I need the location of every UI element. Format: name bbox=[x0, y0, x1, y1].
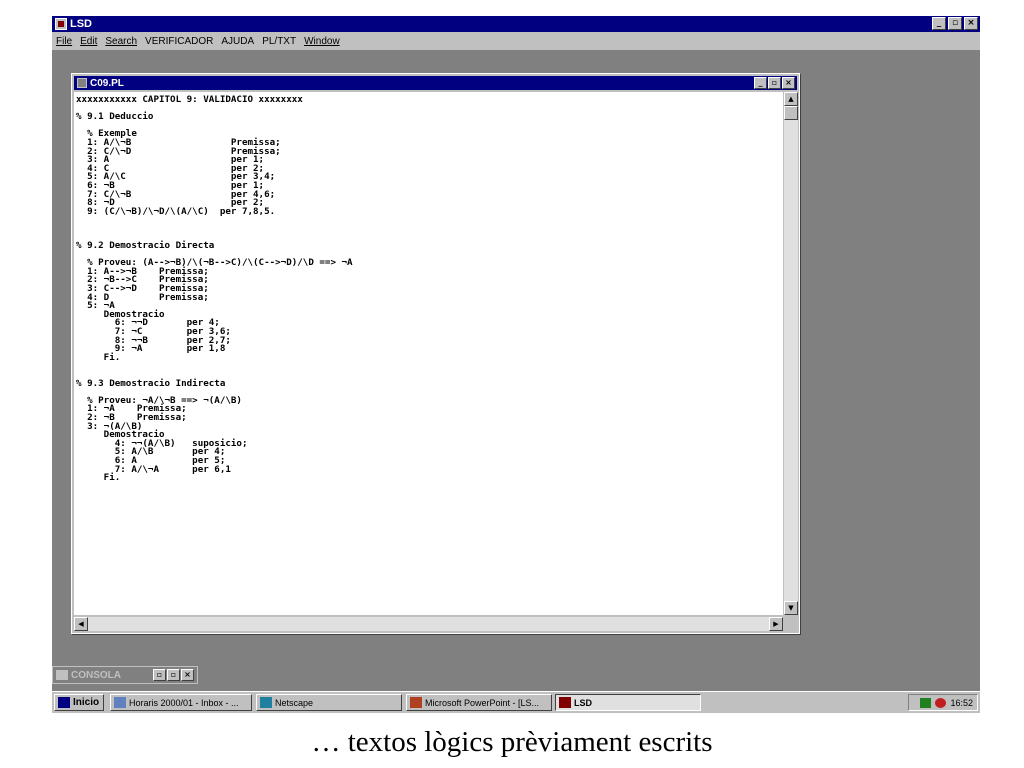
task-inbox[interactable]: Horaris 2000/01 - Inbox - ... bbox=[110, 694, 252, 711]
scroll-down-icon[interactable]: ▼ bbox=[784, 601, 798, 615]
close-button[interactable]: × bbox=[964, 17, 978, 30]
scroll-left-icon[interactable]: ◀ bbox=[74, 617, 88, 631]
document-icon[interactable] bbox=[77, 78, 87, 88]
menu-pl-txt[interactable]: PL/TXT bbox=[262, 36, 296, 47]
console-icon bbox=[56, 670, 68, 680]
console-title: CONSOLA bbox=[71, 669, 121, 681]
network-icon[interactable] bbox=[920, 697, 932, 708]
horizontal-scrollbar[interactable]: ◀ ▶ bbox=[74, 617, 783, 631]
scroll-right-icon[interactable]: ▶ bbox=[769, 617, 783, 631]
task-netscape[interactable]: Netscape bbox=[256, 694, 402, 711]
task-label: Netscape bbox=[275, 697, 314, 708]
lsd-app-icon[interactable] bbox=[55, 18, 67, 30]
slide-caption: … textos lògics prèviament escrits bbox=[311, 726, 713, 758]
menu-search[interactable]: Search bbox=[105, 36, 137, 47]
console-close-button[interactable]: × bbox=[181, 669, 194, 681]
scroll-up-icon[interactable]: ▲ bbox=[784, 92, 798, 106]
system-tray: 16:52 bbox=[908, 694, 978, 711]
menu-verificador[interactable]: VERIFICADOR bbox=[145, 36, 213, 47]
task-label: Microsoft PowerPoint - [LS... bbox=[425, 697, 540, 708]
start-button[interactable]: Inicio bbox=[54, 694, 104, 711]
document-titlebar[interactable]: C09.PL _ ▫ × bbox=[74, 76, 797, 90]
editor-text: xxxxxxxxxxx CAPITOL 9: VALIDACIO xxxxxxx… bbox=[76, 94, 353, 484]
menu-window[interactable]: Window bbox=[304, 36, 340, 47]
document-title: C09.PL bbox=[90, 77, 124, 89]
clock[interactable]: 16:52 bbox=[950, 698, 973, 708]
menu-ajuda[interactable]: AJUDA bbox=[221, 36, 254, 47]
console-restore-button[interactable]: ▫ bbox=[153, 669, 166, 681]
document-minimize-button[interactable]: _ bbox=[754, 77, 767, 89]
menu-edit[interactable]: Edit bbox=[80, 36, 97, 47]
netscape-icon bbox=[260, 697, 272, 708]
minimize-button[interactable]: _ bbox=[932, 17, 946, 30]
document-close-button[interactable]: × bbox=[782, 77, 795, 89]
windows-logo-icon bbox=[58, 697, 70, 708]
start-label: Inicio bbox=[73, 697, 100, 708]
menu-file[interactable]: File bbox=[56, 36, 72, 47]
scroll-thumb[interactable] bbox=[784, 106, 798, 120]
app-title: LSD bbox=[70, 18, 92, 30]
desktop-screen: LSD _ ▫ × File Edit Search VERIFICADOR A… bbox=[52, 16, 980, 713]
lsd-app-icon bbox=[559, 697, 571, 708]
task-lsd[interactable]: LSD bbox=[555, 694, 701, 711]
taskbar: Inicio Horaris 2000/01 - Inbox - ... Net… bbox=[52, 691, 980, 713]
shield-icon[interactable] bbox=[935, 697, 947, 708]
powerpoint-icon bbox=[410, 697, 422, 708]
task-powerpoint[interactable]: Microsoft PowerPoint - [LS... bbox=[406, 694, 552, 711]
task-label: Horaris 2000/01 - Inbox - ... bbox=[129, 697, 239, 708]
envelope-icon bbox=[114, 697, 126, 708]
document-maximize-button[interactable]: ▫ bbox=[768, 77, 781, 89]
app-titlebar[interactable]: LSD _ ▫ × bbox=[52, 16, 980, 32]
code-editor[interactable]: xxxxxxxxxxx CAPITOL 9: VALIDACIO xxxxxxx… bbox=[74, 92, 783, 615]
console-maximize-button[interactable]: ▫ bbox=[167, 669, 180, 681]
console-minimized-window[interactable]: CONSOLA ▫ ▫ × bbox=[52, 666, 198, 684]
menu-bar: File Edit Search VERIFICADOR AJUDA PL/TX… bbox=[52, 32, 980, 50]
resize-grip-icon[interactable] bbox=[784, 617, 798, 631]
vertical-scrollbar[interactable]: ▲ ▼ bbox=[784, 92, 798, 615]
document-window: C09.PL _ ▫ × xxxxxxxxxxx CAPITOL 9: VALI… bbox=[71, 73, 800, 634]
restore-button[interactable]: ▫ bbox=[948, 17, 962, 30]
task-label: LSD bbox=[574, 697, 592, 708]
